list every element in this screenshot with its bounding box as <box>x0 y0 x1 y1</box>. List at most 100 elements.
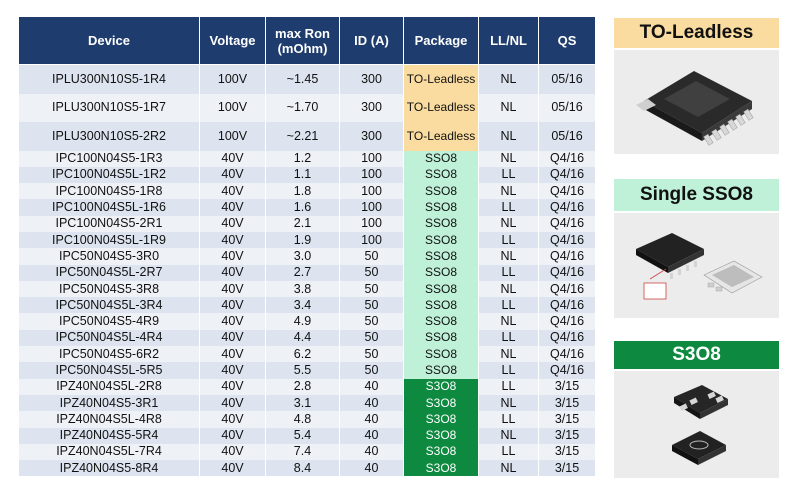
sso8-package-icon <box>635 232 763 299</box>
col-voltage: Voltage <box>199 16 266 65</box>
cell-ll-nl: NL <box>478 346 539 363</box>
cell-qs: 3/15 <box>538 411 596 428</box>
cell-package: TO-Leadless <box>403 64 479 94</box>
cell-voltage: 40V <box>199 378 266 395</box>
cell-ll-nl: LL <box>478 329 539 347</box>
cell-voltage: 100V <box>199 122 266 151</box>
cell-qs: 3/15 <box>538 460 596 477</box>
cell-qs: Q4/16 <box>538 166 596 184</box>
cell-qs: 3/15 <box>538 443 596 461</box>
cell-voltage: 40V <box>199 215 266 232</box>
cell-max-ron: 4.9 <box>265 313 340 330</box>
cell-voltage: 100V <box>199 93 266 122</box>
cell-voltage: 40V <box>199 362 266 379</box>
cell-max-ron: 4.8 <box>265 411 340 428</box>
cell-ll-nl: NL <box>478 427 539 444</box>
cell-max-ron: 8.4 <box>265 460 340 477</box>
cell-device: IPC50N04S5-3R0 <box>18 248 200 265</box>
table-row: IPLU300N10S5-1R7 100V ~1.70 300 TO-Leadless N… <box>18 93 596 122</box>
s3o8-title: S3O8 <box>614 341 779 369</box>
cell-voltage: 40V <box>199 297 266 314</box>
cell-id: 100 <box>339 215 404 232</box>
cell-voltage: 40V <box>199 443 266 461</box>
cell-id: 300 <box>339 93 404 122</box>
cell-device: IPZ40N04S5-5R4 <box>18 427 200 444</box>
cell-ll-nl: LL <box>478 297 539 314</box>
cell-device: IPC100N04S5L-1R9 <box>18 231 200 249</box>
cell-device: IPC50N04S5L-3R4 <box>18 297 200 314</box>
cell-max-ron: 3.0 <box>265 248 340 265</box>
cell-ll-nl: LL <box>478 264 539 281</box>
cell-ll-nl: NL <box>478 215 539 232</box>
cell-qs: Q4/16 <box>538 231 596 249</box>
cell-device: IPZ40N04S5-8R4 <box>18 460 200 477</box>
cell-device: IPZ40N04S5L-7R4 <box>18 443 200 461</box>
cell-max-ron: 1.8 <box>265 183 340 200</box>
table-row: IPC50N04S5L-2R7 40V 2.7 50 SSO8 LL Q4/16 <box>18 264 596 281</box>
cell-package: SSO8 <box>403 199 479 216</box>
cell-qs: Q4/16 <box>538 297 596 314</box>
cell-ll-nl: LL <box>478 362 539 379</box>
cell-device: IPC50N04S5L-4R4 <box>18 329 200 347</box>
table-row: IPC50N04S5L-4R4 40V 4.4 50 SSO8 LL Q4/16 <box>18 329 596 347</box>
s3o8-package-image <box>614 371 779 478</box>
cell-qs: 3/15 <box>538 427 596 444</box>
cell-ll-nl: LL <box>478 411 539 428</box>
cell-id: 50 <box>339 346 404 363</box>
cell-voltage: 40V <box>199 248 266 265</box>
cell-id: 50 <box>339 329 404 347</box>
cell-package: SSO8 <box>403 264 479 281</box>
cell-id: 40 <box>339 427 404 444</box>
cell-device: IPC50N04S5-4R9 <box>18 313 200 330</box>
cell-ll-nl: LL <box>478 199 539 216</box>
cell-ll-nl: LL <box>478 443 539 461</box>
cell-package: S3O8 <box>403 394 479 412</box>
col-max-ron-line2: (mOhm) <box>277 40 328 56</box>
cell-id: 50 <box>339 362 404 379</box>
table-row: IPC50N04S5L-5R5 40V 5.5 50 SSO8 LL Q4/16 <box>18 362 596 379</box>
cell-device: IPC100N04S5L-1R2 <box>18 166 200 184</box>
cell-max-ron: 1.9 <box>265 231 340 249</box>
cell-device: IPLU300N10S5-2R2 <box>18 122 200 151</box>
col-ll-nl: LL/NL <box>478 16 539 65</box>
cell-voltage: 40V <box>199 427 266 444</box>
single-sso8-title: Single SSO8 <box>614 179 779 211</box>
cell-max-ron: 2.8 <box>265 378 340 395</box>
cell-qs: Q4/16 <box>538 362 596 379</box>
table-row: IPC100N04S5L-1R2 40V 1.1 100 SSO8 LL Q4/16 <box>18 166 596 184</box>
table-row: IPZ40N04S5L-2R8 40V 2.8 40 S3O8 LL 3/15 <box>18 378 596 395</box>
cell-ll-nl: NL <box>478 248 539 265</box>
table-row: IPZ40N04S5L-7R4 40V 7.4 40 S3O8 LL 3/15 <box>18 443 596 461</box>
cell-package: SSO8 <box>403 231 479 249</box>
cell-ll-nl: NL <box>478 64 539 94</box>
table-row: IPC50N04S5-3R8 40V 3.8 50 SSO8 NL Q4/16 <box>18 280 596 298</box>
table-header-row: Device Voltage max Ron (mOhm) ID (A) Pack… <box>18 16 596 65</box>
cell-device: IPC50N04S5L-5R5 <box>18 362 200 379</box>
cell-max-ron: 2.1 <box>265 215 340 232</box>
col-package: Package <box>403 16 479 65</box>
cell-voltage: 40V <box>199 329 266 347</box>
cell-package: SSO8 <box>403 183 479 200</box>
cell-qs: 3/15 <box>538 394 596 412</box>
table-body: IPLU300N10S5-1R4 100V ~1.45 300 TO-Leadless N… <box>18 64 596 477</box>
cell-package: S3O8 <box>403 460 479 477</box>
cell-package: SSO8 <box>403 166 479 184</box>
cell-voltage: 40V <box>199 280 266 298</box>
cell-id: 40 <box>339 443 404 461</box>
cell-device: IPLU300N10S5-1R4 <box>18 64 200 94</box>
cell-package: SSO8 <box>403 280 479 298</box>
cell-qs: Q4/16 <box>538 313 596 330</box>
table-row: IPLU300N10S5-2R2 100V ~2.21 300 TO-Leadless N… <box>18 122 596 151</box>
cell-voltage: 40V <box>199 150 266 167</box>
cell-package: SSO8 <box>403 346 479 363</box>
table-row: IPZ40N04S5-3R1 40V 3.1 40 S3O8 NL 3/15 <box>18 394 596 412</box>
cell-ll-nl: NL <box>478 93 539 122</box>
cell-qs: 3/15 <box>538 378 596 395</box>
cell-id: 40 <box>339 378 404 395</box>
cell-max-ron: 1.1 <box>265 166 340 184</box>
table-row: IPC100N04S5L-1R6 40V 1.6 100 SSO8 LL Q4/16 <box>18 199 596 216</box>
cell-package: S3O8 <box>403 378 479 395</box>
cell-max-ron: 3.4 <box>265 297 340 314</box>
table-row: IPC50N04S5-6R2 40V 6.2 50 SSO8 NL Q4/16 <box>18 346 596 363</box>
cell-device: IPC100N04S5-1R8 <box>18 183 200 200</box>
